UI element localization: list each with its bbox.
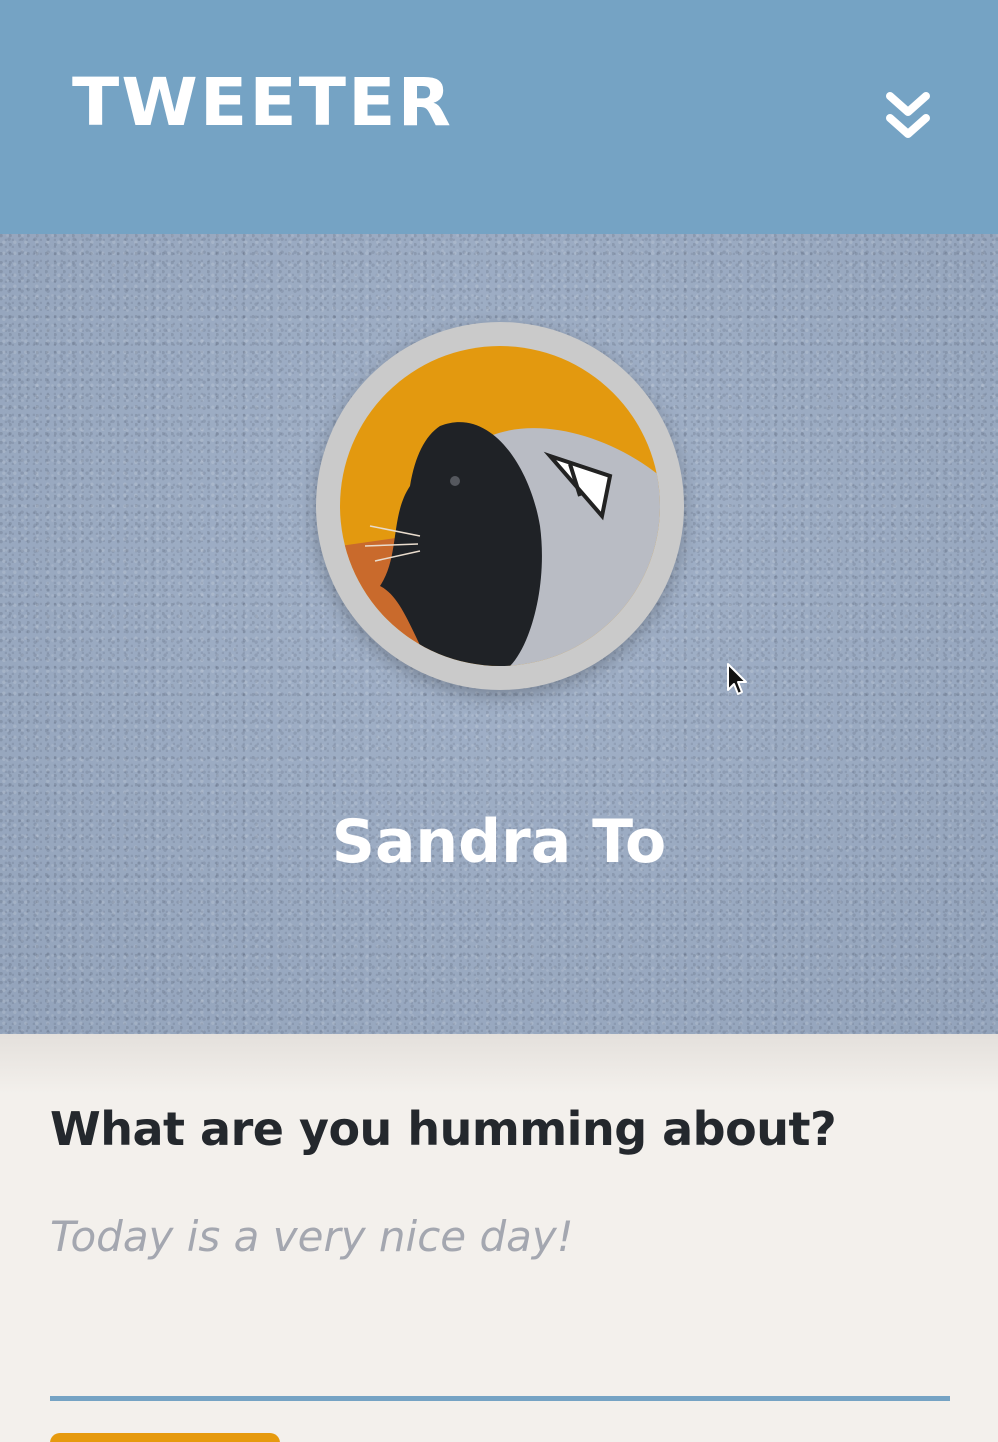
profile-display-name: Sandra To xyxy=(331,807,667,877)
menu-toggle-button[interactable] xyxy=(878,88,938,148)
composer-heading: What are you humming about? xyxy=(50,1102,837,1156)
mouse-cursor-icon xyxy=(727,663,747,695)
double-chevron-down-icon xyxy=(886,92,930,138)
app-header: TWEETER xyxy=(0,0,998,234)
tweet-composer: What are you humming about? xyxy=(0,1034,998,1442)
profile-hero: Sandra To xyxy=(0,234,998,1034)
submit-tweet-button[interactable] xyxy=(50,1433,280,1442)
input-underline xyxy=(50,1396,950,1401)
brand-logo[interactable]: TWEETER xyxy=(72,70,453,136)
avatar-image xyxy=(340,346,660,666)
tweet-input[interactable] xyxy=(50,1202,950,1392)
avatar[interactable] xyxy=(316,322,684,690)
